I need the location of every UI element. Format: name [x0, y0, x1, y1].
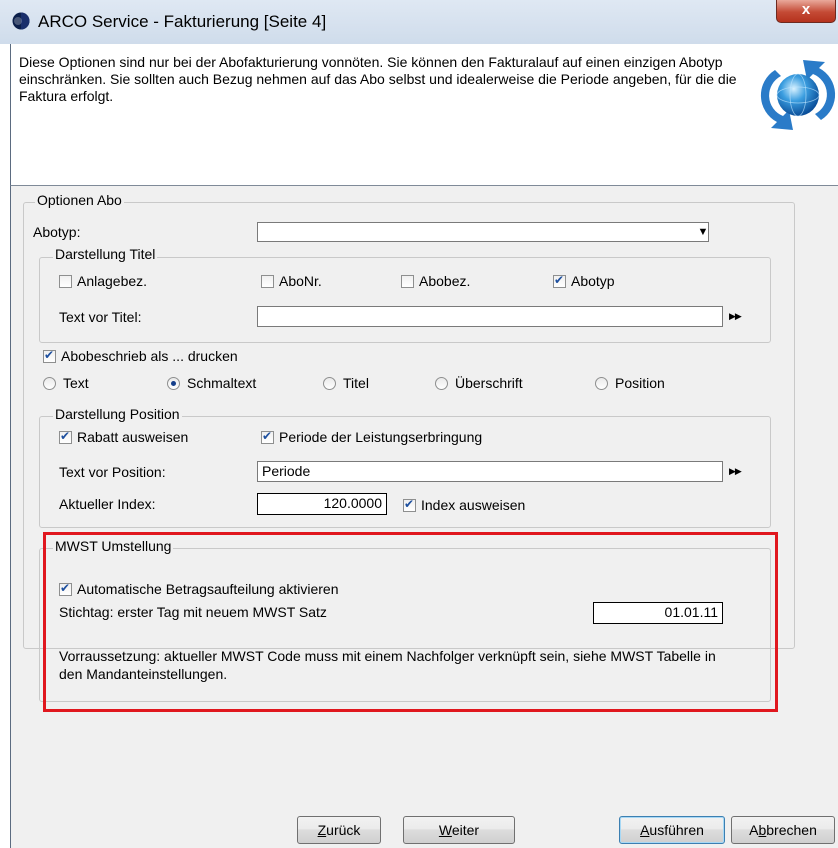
abotyp-label: Abotyp:	[33, 224, 81, 240]
run-post: usführen	[649, 822, 704, 838]
darstellung-titel-legend: Darstellung Titel	[53, 246, 158, 262]
rabatt-checkbox[interactable]	[59, 429, 72, 444]
optionen-abo-legend: Optionen Abo	[35, 192, 124, 208]
back-button[interactable]: Zurück	[297, 816, 381, 844]
radio-text-label: Text	[63, 375, 89, 391]
radio-titel[interactable]	[323, 377, 336, 390]
close-button[interactable]: x	[776, 0, 836, 23]
radio-text[interactable]	[43, 377, 56, 390]
options-panel: Optionen Abo Abotyp: ▼ Darstellung Titel…	[10, 186, 838, 848]
text-vor-position-input[interactable]: Periode	[257, 461, 723, 482]
aktueller-index-label: Aktueller Index:	[59, 496, 156, 512]
next-button[interactable]: Weiter	[403, 816, 515, 844]
periode-checkbox[interactable]	[261, 429, 274, 444]
anlagebez-checkbox[interactable]	[59, 275, 72, 288]
text-vor-titel-label: Text vor Titel:	[59, 309, 142, 325]
dropdown-arrow-icon[interactable]: ▼	[697, 224, 709, 240]
radio-schmaltext-label: Schmaltext	[187, 375, 257, 391]
abobeschrieb-checkbox[interactable]	[43, 348, 56, 363]
radio-ueberschrift-label: Überschrift	[455, 375, 523, 391]
abotyp-checkbox-label: Abotyp	[571, 273, 615, 289]
abonr-label: AboNr.	[279, 273, 322, 289]
rabatt-label: Rabatt ausweisen	[77, 429, 189, 445]
radio-position-label: Position	[615, 375, 665, 391]
aktueller-index-value: 120.0000	[323, 495, 382, 511]
back-underline: Z	[317, 822, 327, 838]
run-button[interactable]: Ausführen	[619, 816, 725, 844]
abobeschrieb-label: Abobeschrieb als ... drucken	[61, 348, 238, 364]
darstellung-position-legend: Darstellung Position	[53, 406, 182, 422]
arco-app-icon	[12, 12, 30, 30]
index-ausweisen-checkbox[interactable]	[403, 497, 416, 512]
header-panel: Diese Optionen sind nur bei der Abofaktu…	[10, 44, 838, 186]
anlagebez-label: Anlagebez.	[77, 273, 148, 289]
window-title: ARCO Service - Fakturierung [Seite 4]	[38, 12, 327, 31]
highlight-frame	[43, 532, 778, 712]
refresh-globe-icon	[760, 60, 836, 130]
abotyp-select[interactable]	[257, 222, 709, 242]
radio-ueberschrift[interactable]	[435, 377, 448, 390]
aktueller-index-input[interactable]: 120.0000	[257, 493, 387, 515]
text-vor-position-value: Periode	[262, 463, 311, 479]
close-icon: x	[801, 1, 811, 18]
radio-titel-label: Titel	[343, 375, 369, 391]
abobez-checkbox[interactable]	[401, 275, 414, 288]
radio-position[interactable]	[595, 377, 608, 390]
abonr-checkbox[interactable]	[261, 275, 274, 288]
text-vor-position-label: Text vor Position:	[59, 464, 166, 480]
periode-label: Periode der Leistungserbringung	[279, 429, 483, 445]
header-description: Diese Optionen sind nur bei der Abofaktu…	[19, 54, 737, 104]
radio-schmaltext[interactable]	[167, 377, 180, 390]
cancel-button[interactable]: Abbrechen	[731, 816, 835, 844]
abotyp-checkbox[interactable]	[553, 273, 566, 288]
abobez-label: Abobez.	[419, 273, 471, 289]
darstellung-titel-group	[39, 257, 771, 343]
next-underline: W	[438, 822, 452, 838]
expand-arrow-icon[interactable]: ▶▶	[729, 311, 742, 322]
next-post: eiter	[451, 822, 480, 838]
text-vor-titel-input[interactable]	[257, 306, 723, 327]
back-post: urück	[326, 822, 361, 838]
index-ausweisen-label: Index ausweisen	[421, 497, 526, 513]
cancel-post: brechen	[766, 822, 817, 838]
title-bar: ARCO Service - Fakturierung [Seite 4]	[0, 0, 838, 44]
expand-arrow-icon[interactable]: ▶▶	[729, 466, 742, 477]
